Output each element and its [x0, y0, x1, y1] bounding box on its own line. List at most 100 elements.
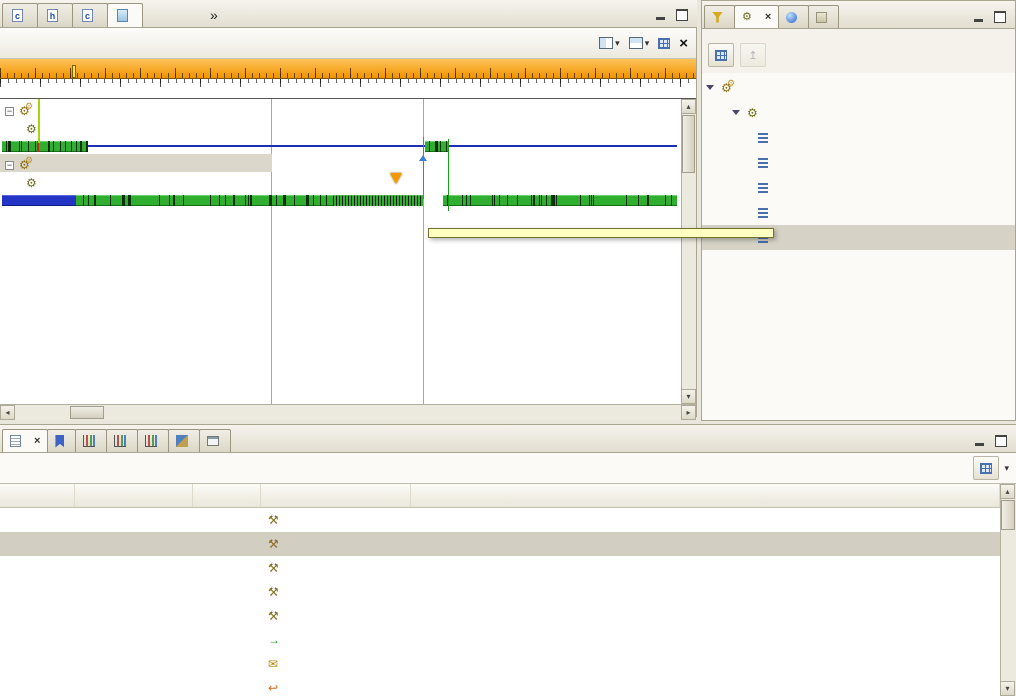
- close-timeline-button[interactable]: ×: [679, 36, 688, 51]
- expander-icon[interactable]: [706, 85, 714, 90]
- editor-tab-qnxlibraryuser-c[interactable]: c: [72, 3, 108, 27]
- table-row-152753[interactable]: ⚒: [0, 556, 1000, 580]
- table-icon: [980, 463, 992, 474]
- view-tab-trace-event-log[interactable]: ×: [2, 429, 48, 452]
- tree-item-0x00000001[interactable]: [702, 275, 1015, 300]
- event-tick: [320, 195, 321, 206]
- scrollbar-thumb[interactable]: [1001, 500, 1015, 530]
- maximize-icon[interactable]: [991, 9, 1009, 25]
- process-icon: ⚙: [19, 159, 36, 171]
- event-tick: [21, 141, 22, 152]
- table-row-152754[interactable]: ⚒: [0, 580, 1000, 604]
- timeline-activity-bar-my-thread[interactable]: [2, 195, 677, 206]
- view-tab-event-owner-statistic[interactable]: [106, 429, 138, 452]
- tree-item-convert-array-0x08048c04[interactable]: [702, 175, 1015, 200]
- scroll-up-arrow[interactable]: ▴: [1000, 484, 1015, 499]
- timeline-grid-button[interactable]: [658, 38, 670, 49]
- scroll-up-arrow[interactable]: ▴: [681, 99, 696, 114]
- minimize-icon[interactable]: [969, 9, 987, 25]
- table-row-152752[interactable]: ⚒: [0, 532, 1000, 556]
- minimize-icon[interactable]: [651, 7, 669, 23]
- table-row-152756[interactable]: →: [0, 628, 1000, 652]
- table-row-152758[interactable]: ↩: [0, 676, 1000, 696]
- column-header-time[interactable]: [75, 484, 193, 507]
- timeline-process-row-qnxdemoprofiling-g[interactable]: −⚙: [0, 157, 41, 173]
- scroll-left-arrow[interactable]: ◂: [0, 405, 15, 420]
- filter-icon: [712, 12, 723, 23]
- event-tick: [124, 195, 125, 206]
- scroll-down-arrow[interactable]: ▾: [681, 389, 696, 404]
- view-tab-filter[interactable]: [704, 5, 735, 28]
- c-file-icon: c: [12, 9, 23, 22]
- timeline-horizontal-scrollbar[interactable]: ◂ ▸: [0, 404, 696, 420]
- right-panel-toolbar: ↥: [702, 39, 1015, 73]
- view-tab-general-statistics[interactable]: [75, 429, 107, 452]
- timeline-idle-line: [2, 145, 677, 147]
- expander-icon[interactable]: [732, 110, 740, 115]
- minimize-icon[interactable]: [970, 433, 988, 449]
- event-tick: [671, 195, 672, 206]
- column-header-type[interactable]: [261, 484, 411, 507]
- type-cell: →: [261, 633, 411, 647]
- scroll-right-arrow[interactable]: ▸: [681, 405, 696, 420]
- timeline-canvas[interactable]: −⚙⚙−⚙⚙ ▴ ▾: [0, 99, 696, 404]
- export-button[interactable]: ↥: [740, 43, 766, 67]
- tree-item-my-thread[interactable]: ⚙: [702, 100, 1015, 125]
- scroll-down-arrow[interactable]: ▾: [1000, 681, 1015, 696]
- table-row-152755[interactable]: ⚒: [0, 604, 1000, 628]
- show-table-button[interactable]: [708, 43, 734, 67]
- view-tab-thre[interactable]: ⚙×: [734, 5, 779, 28]
- maximize-icon[interactable]: [673, 7, 691, 23]
- selected-event-line: [448, 139, 449, 211]
- timeline-display-mode-button[interactable]: ▾: [599, 37, 620, 49]
- timeline-thread-row-thread-1[interactable]: ⚙: [0, 121, 42, 137]
- editor-tab-overflow[interactable]: »: [210, 7, 219, 27]
- view-tab-condition-statistics[interactable]: [137, 429, 169, 452]
- view-tab-navi[interactable]: [808, 5, 839, 28]
- editor-tab-stdio-h[interactable]: h: [37, 3, 73, 27]
- timeline-thread-row-my-thread[interactable]: ⚙: [0, 175, 42, 191]
- column-header-data[interactable]: [411, 484, 1000, 507]
- view-tab-bookmarks[interactable]: [47, 429, 76, 452]
- event-tick: [429, 141, 430, 152]
- editor-tab-banana-c[interactable]: c: [2, 3, 38, 27]
- ruler-position-marker[interactable]: [72, 65, 76, 78]
- tree-item-do-work-0x08048c9f[interactable]: [702, 200, 1015, 225]
- tree-item-append-str-0x08048a5c[interactable]: [702, 125, 1015, 150]
- event-tick: [466, 195, 467, 206]
- event-tick: [94, 195, 95, 206]
- column-config-button[interactable]: [973, 456, 999, 480]
- close-tab-icon[interactable]: ×: [34, 435, 40, 447]
- event-tick: [313, 195, 314, 206]
- view-tab-targ[interactable]: [778, 5, 809, 28]
- column-header-event[interactable]: [0, 484, 75, 507]
- timeline-ruler-overview[interactable]: [0, 59, 696, 79]
- maximize-icon[interactable]: [992, 433, 1010, 449]
- table-row-152751[interactable]: ⚒: [0, 508, 1000, 532]
- timeline-pane-select-button[interactable]: ▾: [629, 37, 650, 49]
- threads-icon: ⚙: [742, 12, 752, 23]
- view-tab-console[interactable]: [199, 429, 231, 452]
- tree-item-qnxdemoprofiling-g[interactable]: ⚙: [702, 75, 1015, 100]
- collapse-toggle-icon[interactable]: −: [5, 107, 14, 116]
- tree-item-append-int-0x08048b70[interactable]: [702, 150, 1015, 175]
- column-header-owner[interactable]: [193, 484, 261, 507]
- editor-tab-local-trace-080408-1[interactable]: [107, 3, 143, 27]
- timeline-ruler-zoom[interactable]: [0, 79, 696, 99]
- scrollbar-thumb[interactable]: [682, 115, 695, 173]
- table-icon: [715, 50, 727, 61]
- event-tick: [271, 195, 272, 206]
- view-tab-client-server-cpu-sta[interactable]: [168, 429, 200, 452]
- timeline-activity-bar-thread-1[interactable]: [2, 141, 677, 152]
- timeline-process-row-devc-pty[interactable]: −⚙: [0, 103, 41, 119]
- type-cell: ⚒: [261, 537, 411, 551]
- tree-item-0x08048df9[interactable]: [702, 250, 1015, 275]
- event-tick: [551, 195, 552, 206]
- table-vertical-scrollbar[interactable]: ▴ ▾: [1000, 484, 1016, 696]
- timeline-vertical-scrollbar[interactable]: ▴ ▾: [681, 99, 696, 404]
- view-menu-icon[interactable]: ▾: [1004, 463, 1009, 474]
- close-tab-icon[interactable]: ×: [765, 11, 771, 23]
- collapse-toggle-icon[interactable]: −: [5, 161, 14, 170]
- table-row-152757[interactable]: ✉: [0, 652, 1000, 676]
- scrollbar-thumb[interactable]: [70, 406, 104, 419]
